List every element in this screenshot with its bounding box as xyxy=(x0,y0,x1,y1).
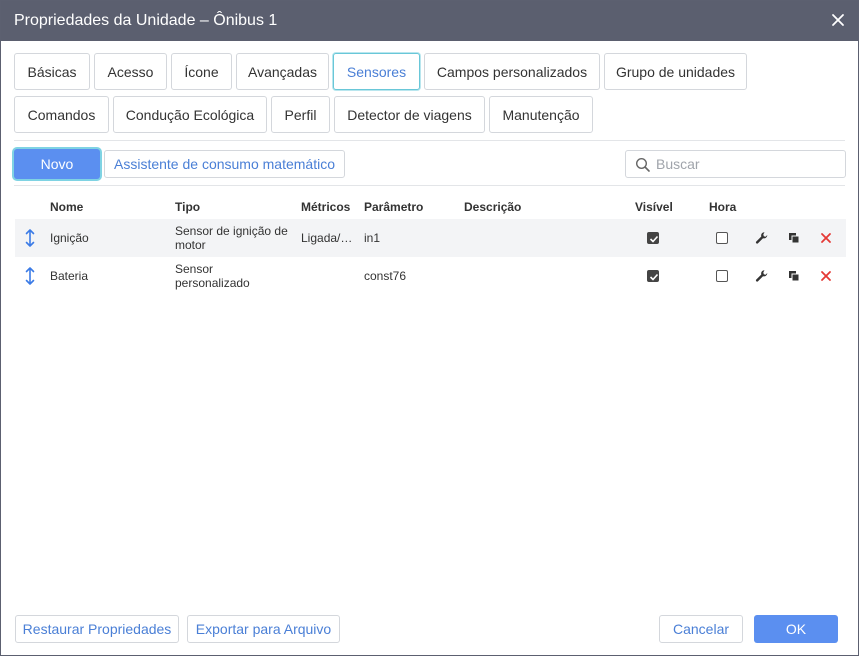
delete-icon[interactable] xyxy=(819,269,833,283)
tab-campos-personalizados[interactable]: Campos personalizados xyxy=(424,53,600,90)
ok-button[interactable]: OK xyxy=(754,615,838,643)
unit-properties-dialog: Propriedades da Unidade – Ônibus 1 Básic… xyxy=(0,0,859,656)
sensor-parameter: in1 xyxy=(364,231,381,245)
header-visible: Visível xyxy=(635,200,673,214)
tab-comandos[interactable]: Comandos xyxy=(14,96,109,133)
divider xyxy=(14,140,845,141)
copy-icon[interactable] xyxy=(787,231,801,245)
tab-detector-de-viagens[interactable]: Detector de viagens xyxy=(334,96,485,133)
sensor-type-line2: personalizado xyxy=(175,276,250,290)
wrench-icon[interactable] xyxy=(755,269,769,283)
tab-sensores[interactable]: Sensores xyxy=(333,53,420,90)
header-name: Nome xyxy=(50,200,84,214)
drag-handle-icon[interactable] xyxy=(24,266,36,286)
table-row[interactable]: Ignição Sensor de ignição de motor Ligad… xyxy=(15,219,846,257)
tab-acesso[interactable]: Acesso xyxy=(94,53,167,90)
sensor-type-line1: Sensor de ignição de xyxy=(175,224,288,238)
header-time: Hora xyxy=(709,200,737,214)
time-checkbox[interactable] xyxy=(716,232,728,244)
header-type: Tipo xyxy=(175,200,201,214)
table-row[interactable]: Bateria Sensor personalizado const76 xyxy=(15,257,846,295)
time-checkbox[interactable] xyxy=(716,270,728,282)
header-metrics: Métricos xyxy=(301,200,351,214)
sensor-metrics: Ligada/… xyxy=(301,231,353,245)
new-button[interactable]: Novo xyxy=(14,149,100,179)
sensor-name: Bateria xyxy=(50,269,89,283)
close-icon[interactable] xyxy=(828,10,848,30)
header-parameter: Parâmetro xyxy=(364,200,424,214)
tab-conducao-ecologica[interactable]: Condução Ecológica xyxy=(113,96,267,133)
search-field[interactable] xyxy=(625,150,846,178)
tab-icone[interactable]: Ícone xyxy=(171,53,232,90)
divider xyxy=(14,185,845,186)
wrench-icon[interactable] xyxy=(755,231,769,245)
search-input[interactable] xyxy=(656,154,841,174)
drag-handle-icon[interactable] xyxy=(24,228,36,248)
copy-icon[interactable] xyxy=(787,269,801,283)
sensor-name: Ignição xyxy=(50,231,89,245)
consumption-wizard-button[interactable]: Assistente de consumo matemático xyxy=(104,150,345,178)
sensor-type-line2: motor xyxy=(175,238,206,252)
titlebar: Propriedades da Unidade – Ônibus 1 xyxy=(1,1,858,41)
sensor-parameter: const76 xyxy=(364,269,407,283)
tab-manutencao[interactable]: Manutenção xyxy=(489,96,593,133)
cancel-button[interactable]: Cancelar xyxy=(659,615,743,643)
tab-perfil[interactable]: Perfil xyxy=(271,96,330,133)
delete-icon[interactable] xyxy=(819,231,833,245)
export-to-file-button[interactable]: Exportar para Arquivo xyxy=(187,615,340,643)
dialog-title: Propriedades da Unidade – Ônibus 1 xyxy=(14,12,278,29)
visible-checkbox[interactable] xyxy=(647,232,659,244)
visible-checkbox[interactable] xyxy=(647,270,659,282)
sensor-type-line1: Sensor xyxy=(175,262,214,276)
restore-properties-button[interactable]: Restaurar Propriedades xyxy=(15,615,179,643)
tab-basicas[interactable]: Básicas xyxy=(14,53,90,90)
tab-grupo-de-unidades[interactable]: Grupo de unidades xyxy=(604,53,747,90)
tab-avancadas[interactable]: Avançadas xyxy=(236,53,329,90)
header-description: Descrição xyxy=(464,200,522,214)
search-icon xyxy=(635,157,651,173)
